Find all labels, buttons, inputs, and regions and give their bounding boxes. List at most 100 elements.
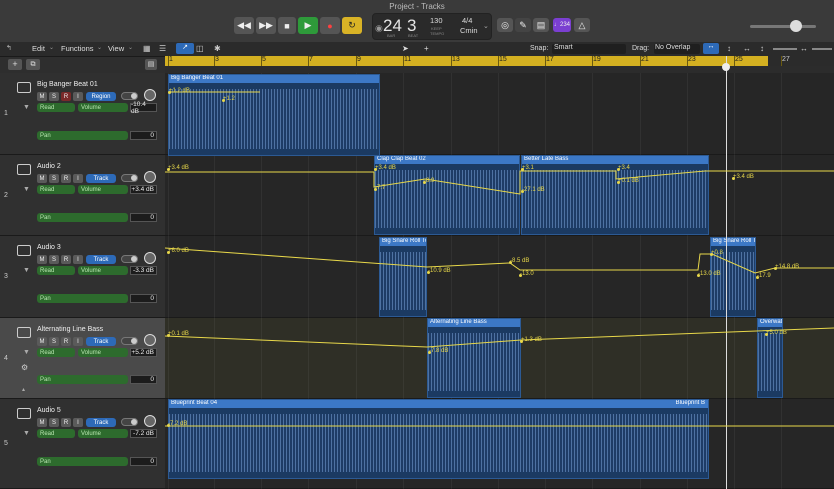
automation-node[interactable] [374,168,377,171]
automation-param-select[interactable]: Volume [78,429,128,438]
pan-value[interactable]: 0 [130,213,157,222]
global-tracks-button[interactable]: ▤ [145,59,157,70]
automation-param-select[interactable]: Volume [78,185,128,194]
automation-node[interactable] [520,340,523,343]
list-editor-button[interactable]: ▤ [533,18,549,32]
solo-button[interactable]: S [49,92,59,101]
menu-functions[interactable]: Functions [61,44,94,53]
automation-node[interactable] [168,91,171,94]
record-enable-button[interactable]: R [61,418,71,427]
count-in-button[interactable]: ♩234 [553,18,571,32]
mute-button[interactable]: M [37,255,47,264]
track-on-toggle[interactable] [121,337,138,345]
volume-knob[interactable] [144,171,156,183]
master-volume-knob[interactable] [790,20,802,32]
record-button[interactable]: ● [320,17,340,34]
automation-value[interactable]: -10.4 dB [130,101,157,115]
disclosure-triangle-icon[interactable]: ▼ [23,430,30,437]
stop-button[interactable]: ■ [278,17,296,34]
automation-mode-button[interactable]: Track [86,174,116,183]
track-zoom-icon[interactable]: ↕ [760,44,764,53]
pan-automation-select[interactable]: Pan [37,375,128,384]
automation-curve[interactable] [165,327,834,348]
record-enable-button[interactable]: R [61,337,71,346]
waveform-track-icon[interactable] [17,82,31,93]
track-name[interactable]: Alternating Line Bass [37,326,103,333]
duplicate-track-button[interactable]: ⧉ [26,59,40,70]
input-monitor-button[interactable]: I [73,255,83,264]
volume-knob[interactable] [144,334,156,346]
waveform-zoom-button[interactable]: ↔ [703,43,719,54]
playhead-handle[interactable] [722,63,730,71]
automation-node[interactable] [756,276,759,279]
gear-icon[interactable]: ⚙ [21,363,28,372]
mute-button[interactable]: M [37,92,47,101]
pan-value[interactable]: 0 [130,457,157,466]
volume-knob[interactable] [144,252,156,264]
automation-mode-button[interactable]: Track [86,337,116,346]
track-header[interactable]: 3 Audio 3 M S R I Track ▼ Read Volume -3… [0,236,165,318]
track-header[interactable]: 4 Alternating Line Bass M S R I Track ▼ … [0,318,165,399]
pan-value[interactable]: 0 [130,375,157,384]
automation-node[interactable] [427,271,430,274]
automation-node[interactable] [167,168,170,171]
automation-node[interactable] [222,99,225,102]
track-name[interactable]: Audio 2 [37,163,61,170]
automation-toggle[interactable]: ↗ [176,43,194,54]
automation-node[interactable] [423,181,426,184]
lcd-display[interactable]: ◉ 24 3 BAR BEAT 130 KEEP TEMPO 4/4 Cmin … [372,13,492,40]
pan-automation-select[interactable]: Pan [37,213,128,222]
automation-mode-select[interactable]: Read [37,429,75,438]
automation-mode-button[interactable]: Region [86,92,116,101]
catch-icon[interactable]: ✱ [214,44,221,53]
automation-node[interactable] [617,181,620,184]
disclosure-triangle-icon[interactable]: ▼ [23,104,30,111]
automation-node[interactable] [521,190,524,193]
keyboard-icon[interactable] [17,327,31,338]
add-lane-icon[interactable]: ▴ [22,386,25,393]
track-name[interactable]: Audio 5 [37,407,61,414]
solo-button[interactable]: S [49,337,59,346]
pan-value[interactable]: 0 [130,131,157,140]
automation-param-select[interactable]: Volume [78,103,128,112]
fast-forward-button[interactable]: ▶▶ [256,17,276,34]
automation-curve[interactable] [165,247,834,274]
add-track-button[interactable]: + [8,59,22,70]
horizontal-zoom-slider[interactable] [812,48,832,50]
vertical-zoom-slider[interactable] [773,48,797,50]
waveform-track-icon[interactable] [17,245,31,256]
automation-value[interactable]: -3.3 dB [130,266,157,275]
record-enable-button[interactable]: R [61,92,71,101]
automation-node[interactable] [697,274,700,277]
ruler-marker-area[interactable] [165,66,834,73]
automation-mode-select[interactable]: Read [37,348,75,357]
tuner-button[interactable]: ◎ [497,18,513,32]
automation-value[interactable]: +5.2 dB [130,348,157,357]
waveform-track-icon[interactable] [17,408,31,419]
solo-button[interactable]: S [49,174,59,183]
snap-select[interactable]: Smart [552,44,626,54]
automation-node[interactable] [732,177,735,180]
solo-button[interactable]: S [49,255,59,264]
back-icon[interactable]: ↰ [6,44,16,53]
pencil-button[interactable]: ✎ [515,18,531,32]
track-header[interactable]: 5 Audio 5 M S R I Track ▼ Read Volume -7… [0,399,165,489]
track-on-toggle[interactable] [121,255,138,263]
waveform-track-icon[interactable] [17,164,31,175]
automation-mode-button[interactable]: Track [86,255,116,264]
automation-node[interactable] [710,253,713,256]
mute-button[interactable]: M [37,174,47,183]
master-volume-slider[interactable] [750,25,816,28]
pan-automation-select[interactable]: Pan [37,131,128,140]
volume-knob[interactable] [144,415,156,427]
track-name[interactable]: Audio 3 [37,244,61,251]
track-header[interactable]: 1 Big Banger Beat 01 M S R I Region ▼ Re… [0,73,165,155]
automation-node[interactable] [167,251,170,254]
automation-node[interactable] [167,424,170,427]
record-enable-button[interactable]: R [61,255,71,264]
disclosure-triangle-icon[interactable]: ▼ [23,349,30,356]
track-on-toggle[interactable] [121,418,138,426]
automation-mode-button[interactable]: Track [86,418,116,427]
mute-button[interactable]: M [37,418,47,427]
automation-node[interactable] [509,261,512,264]
